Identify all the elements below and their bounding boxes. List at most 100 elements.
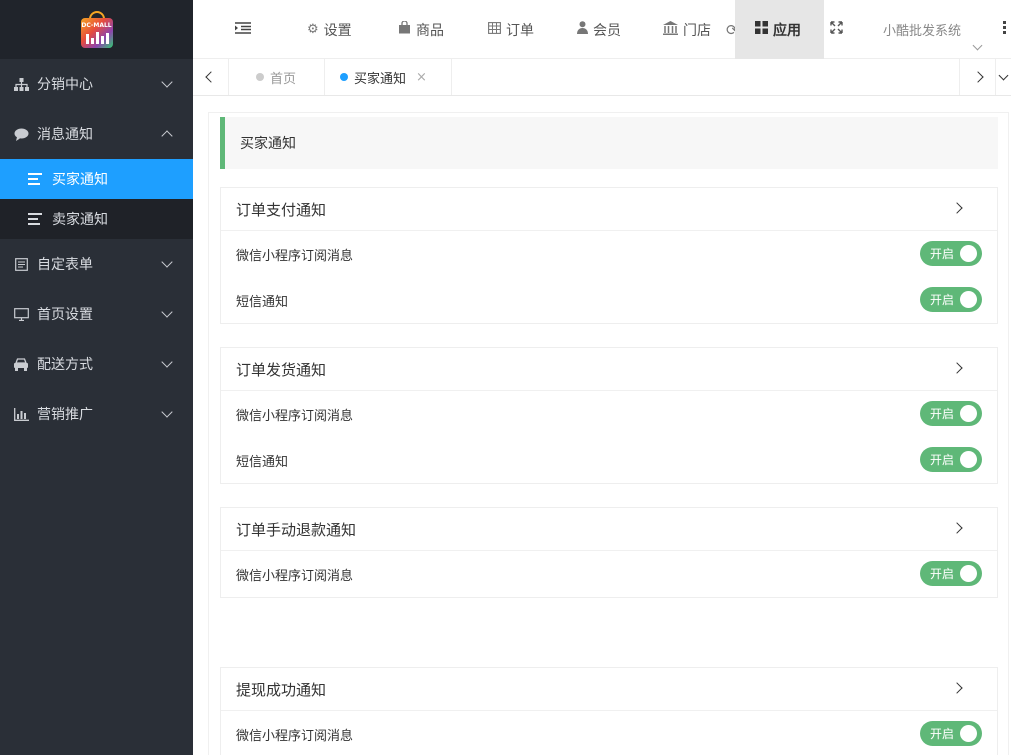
toggle-switch[interactable]: 开启 xyxy=(920,287,982,312)
logo-text: DC-MALL xyxy=(81,21,112,29)
tab-home[interactable]: 首页 xyxy=(230,59,325,95)
setting-label: 微信小程序订阅消息 xyxy=(236,728,354,744)
logo-area: DC-MALL xyxy=(0,0,193,59)
sidebar-item-buyer-notice[interactable]: 买家通知 xyxy=(0,159,193,199)
user-icon xyxy=(577,21,588,38)
toggle-switch[interactable]: 开启 xyxy=(920,561,982,586)
sidebar-group-custom-form[interactable]: 自定表单 xyxy=(0,239,193,289)
tab-label: 首页 xyxy=(270,71,297,87)
more-menu-button[interactable] xyxy=(1003,0,1007,59)
list-icon xyxy=(28,173,42,185)
toggle-switch[interactable]: 开启 xyxy=(920,721,982,746)
chevron-down-icon xyxy=(972,40,983,51)
main-content: 买家通知 订单支付通知 微信小程序订阅消息 开启 短信通知 开启 订单发货通知 … xyxy=(208,112,1009,755)
submenu-notifications: 买家通知 卖家通知 xyxy=(0,159,193,239)
sidebar-group-home-settings[interactable]: 首页设置 xyxy=(0,289,193,339)
nav-products[interactable]: 商品 xyxy=(398,0,444,59)
toggle-switch[interactable]: 开启 xyxy=(920,401,982,426)
sidebar-group-label: 自定表单 xyxy=(37,257,93,273)
shopping-bag-icon xyxy=(398,20,411,38)
nav-label: 应用 xyxy=(773,22,801,39)
form-icon xyxy=(13,256,29,272)
setting-row: 微信小程序订阅消息 开启 xyxy=(221,391,997,437)
setting-row: 微信小程序订阅消息 开启 xyxy=(221,231,997,277)
setting-label: 微信小程序订阅消息 xyxy=(236,568,354,584)
nav-label: 设置 xyxy=(323,22,352,39)
switch-knob xyxy=(960,291,977,308)
card-title: 提现成功通知 xyxy=(236,680,327,699)
chevron-down-icon xyxy=(998,70,1009,80)
table-icon xyxy=(488,21,501,38)
sidebar-group-delivery[interactable]: 配送方式 xyxy=(0,339,193,389)
chevron-left-icon xyxy=(204,71,217,83)
sidebar-group-label: 配送方式 xyxy=(37,357,93,373)
nav-orders[interactable]: 订单 xyxy=(488,0,534,59)
switch-knob xyxy=(960,725,977,742)
setting-label: 微信小程序订阅消息 xyxy=(236,248,354,264)
card-header[interactable]: 订单支付通知 xyxy=(221,188,997,231)
tab-menu-button[interactable] xyxy=(995,59,1011,95)
nav-members[interactable]: 会员 xyxy=(577,0,621,59)
sidebar-group-label: 营销推广 xyxy=(37,407,93,423)
tab-buyer-notice[interactable]: 买家通知 × xyxy=(325,59,452,95)
top-header: ⚙ 设置 商品 订单 会员 门店 ⟳ 应用 小酷批发系统 xyxy=(193,0,1011,59)
monitor-icon xyxy=(13,306,29,322)
chevron-right-icon xyxy=(951,522,963,534)
setting-row: 微信小程序订阅消息 开启 xyxy=(221,551,997,597)
setting-label: 短信通知 xyxy=(236,294,289,310)
sidebar-group-label: 分销中心 xyxy=(37,77,93,93)
comment-icon xyxy=(13,126,29,142)
notice-card-order-paid: 订单支付通知 微信小程序订阅消息 开启 短信通知 开启 xyxy=(220,187,998,324)
card-header[interactable]: 提现成功通知 xyxy=(221,668,997,711)
sidebar-item-label: 买家通知 xyxy=(52,172,108,188)
setting-label: 短信通知 xyxy=(236,454,289,470)
chevron-right-icon xyxy=(971,71,984,83)
tab-label: 买家通知 xyxy=(354,71,407,87)
close-icon[interactable]: × xyxy=(416,70,427,85)
switch-text: 开启 xyxy=(930,727,955,741)
sidebar-group-marketing[interactable]: 营销推广 xyxy=(0,389,193,439)
list-icon xyxy=(28,213,42,225)
sidebar-toggle-button[interactable] xyxy=(235,0,251,59)
tab-scroll-right-button[interactable] xyxy=(959,59,995,95)
setting-row: 短信通知 开启 xyxy=(221,437,997,483)
nav-apps[interactable]: 应用 xyxy=(735,0,824,59)
sidebar-group-distribution[interactable]: 分销中心 xyxy=(0,59,193,109)
indent-icon xyxy=(235,21,251,38)
switch-text: 开启 xyxy=(930,407,955,421)
setting-row: 短信通知 开启 xyxy=(221,277,997,323)
car-icon xyxy=(13,356,29,372)
sidebar-group-notifications[interactable]: 消息通知 xyxy=(0,109,193,159)
sidebar-item-seller-notice[interactable]: 卖家通知 xyxy=(0,199,193,239)
chevron-down-icon xyxy=(161,256,173,268)
chevron-down-icon xyxy=(161,76,173,88)
gears-icon: ⚙ xyxy=(307,22,319,37)
switch-knob xyxy=(960,565,977,582)
toggle-switch[interactable]: 开启 xyxy=(920,241,982,266)
nav-label: 会员 xyxy=(593,22,621,39)
chevron-right-icon xyxy=(951,362,963,374)
notice-card-manual-refund: 订单手动退款通知 微信小程序订阅消息 开启 xyxy=(220,507,998,598)
fullscreen-button[interactable] xyxy=(830,0,843,59)
setting-label: 微信小程序订阅消息 xyxy=(236,408,354,424)
system-name-dropdown[interactable]: 小酷批发系统 xyxy=(883,0,961,59)
bank-icon xyxy=(663,20,678,39)
card-title: 订单发货通知 xyxy=(236,360,327,379)
nav-stores[interactable]: 门店 xyxy=(663,0,711,59)
toggle-switch[interactable]: 开启 xyxy=(920,447,982,472)
card-title: 订单手动退款通知 xyxy=(236,520,357,539)
expand-icon xyxy=(830,21,843,38)
card-header[interactable]: 订单手动退款通知 xyxy=(221,508,997,551)
sidebar-group-label: 首页设置 xyxy=(37,307,93,323)
dc-mall-logo[interactable]: DC-MALL xyxy=(79,10,115,50)
chevron-right-icon xyxy=(951,682,963,694)
card-header[interactable]: 订单发货通知 xyxy=(221,348,997,391)
sidebar: DC-MALL 分销中心 消息通知 买家通知 卖家通知 自定表单 首页设置 配送… xyxy=(0,0,193,755)
tab-scroll-left-button[interactable] xyxy=(193,59,229,95)
card-title: 订单支付通知 xyxy=(236,200,327,219)
nav-label: 商品 xyxy=(416,22,444,39)
switch-text: 开启 xyxy=(930,453,955,467)
sitemap-icon xyxy=(13,76,29,92)
nav-settings[interactable]: ⚙ 设置 xyxy=(307,0,352,59)
chevron-down-icon xyxy=(161,356,173,368)
